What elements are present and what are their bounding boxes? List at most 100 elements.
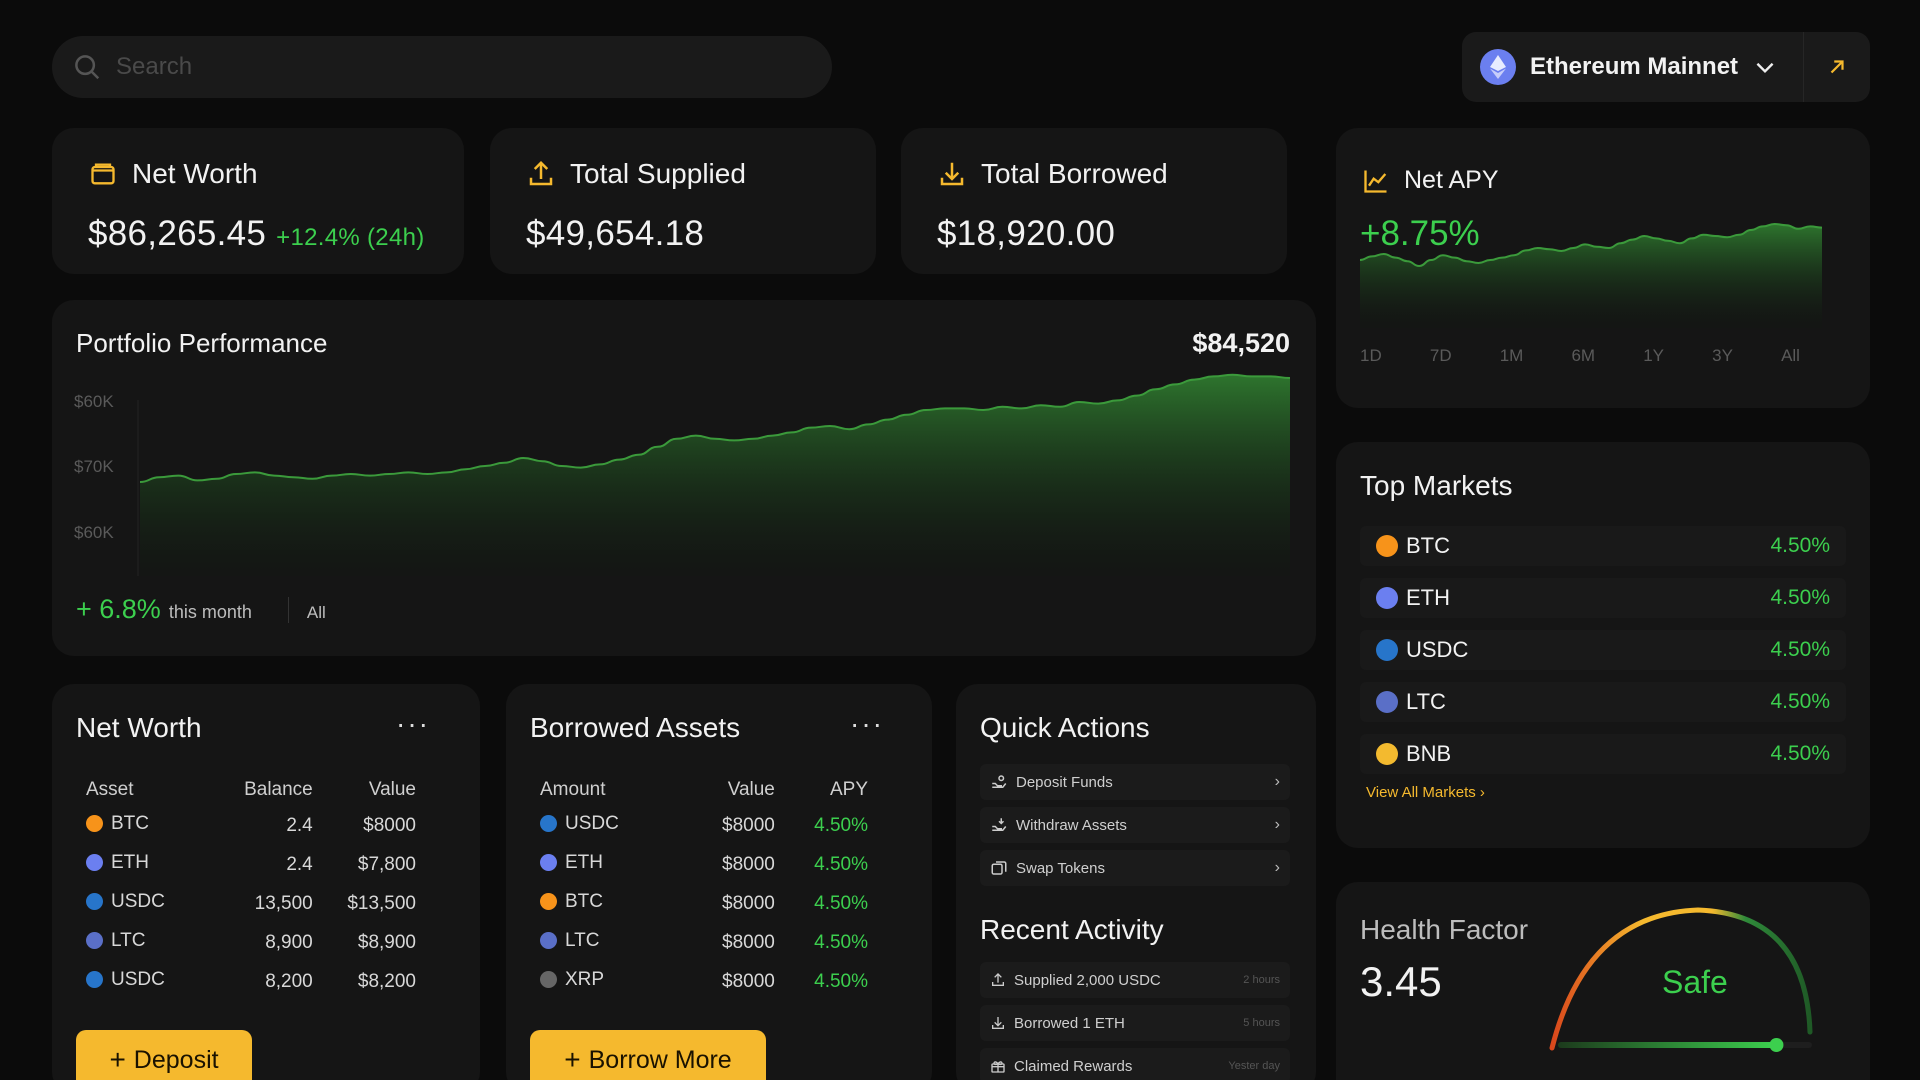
net-worth-title-row: Net Worth	[88, 158, 258, 190]
asset-coin: USDC	[540, 813, 619, 835]
apy-cell: 4.50%	[814, 853, 868, 875]
total-borrowed-card: Total Borrowed $18,920.00	[901, 128, 1287, 274]
net-apy-area	[1360, 224, 1822, 328]
value-cell: $8,900	[357, 931, 416, 953]
asset-coin: ETH	[540, 852, 603, 874]
more-options-button[interactable]: ···	[396, 710, 430, 738]
asset-coin: USDC	[86, 891, 165, 913]
market-asset: BTC	[1406, 533, 1450, 558]
value-cell: $8000	[722, 970, 775, 992]
borrow-more-button-label: Borrow More	[588, 1045, 732, 1074]
column-header: Value	[727, 779, 775, 800]
borrowed-assets-table: Amount Value APY USDC $8000 4.50% ETH $8000 4…	[530, 774, 868, 1001]
y-tick-label: $60K	[74, 523, 114, 542]
external-link-button[interactable]	[1804, 56, 1870, 78]
view-all-markets-link[interactable]: View All Markets ›	[1366, 784, 1485, 801]
network-dropdown[interactable]: Ethereum Mainnet	[1462, 32, 1804, 102]
wallet-icon	[91, 163, 115, 185]
y-tick-label: $60K	[74, 392, 114, 411]
eth-icon	[540, 854, 557, 872]
net-apy-chart	[1359, 222, 1823, 328]
value-cell: $8000	[722, 892, 775, 914]
plus-icon: +	[564, 1044, 581, 1075]
value-cell: $8000	[722, 853, 775, 875]
tab-1y[interactable]: 1Y	[1643, 346, 1664, 366]
market-row-btc[interactable]: BTC 4.50%	[1360, 526, 1846, 566]
ltc-icon	[86, 932, 103, 950]
search-input[interactable]	[116, 53, 756, 81]
borrowed-assets-title: Borrowed Assets	[530, 712, 741, 743]
asset-symbol: XRP	[565, 968, 605, 990]
market-asset: BNB	[1406, 741, 1452, 766]
search-bar[interactable]	[52, 36, 832, 98]
recent-activity-title: Recent Activity	[980, 914, 1164, 945]
table-header-row: Amount Value APY	[530, 774, 868, 806]
table-row: LTC $8000 4.50%	[530, 923, 868, 962]
deposit-funds-action[interactable]: Deposit Funds ›	[980, 764, 1290, 800]
tab-7d[interactable]: 7D	[1430, 346, 1452, 366]
asset-cell: BTC	[76, 806, 210, 845]
swap-tokens-action[interactable]: Swap Tokens ›	[980, 850, 1290, 886]
market-asset: USDC	[1406, 637, 1469, 662]
portfolio-footer: + 6.8% this month All	[76, 594, 326, 625]
usdc-icon	[1376, 639, 1398, 661]
search-icon	[75, 55, 100, 80]
quick-actions-title: Quick Actions	[980, 712, 1150, 743]
market-row-usdc[interactable]: USDC 4.50%	[1360, 630, 1846, 670]
timeframe-tabs: 1D 7D 1M 6M 1Y 3Y All	[1360, 346, 1800, 366]
asset-coin: LTC	[540, 930, 599, 952]
balance-cell: 8,900	[265, 931, 313, 953]
deposit-button[interactable]: + Deposit	[76, 1030, 252, 1080]
action-label: Deposit Funds	[1016, 773, 1113, 791]
portfolio-filter-all[interactable]: All	[307, 603, 326, 623]
withdraw-assets-action[interactable]: Withdraw Assets ›	[980, 807, 1290, 843]
asset-symbol: BTC	[111, 812, 149, 834]
divider	[287, 596, 289, 623]
borrow-more-button[interactable]: + Borrow More	[530, 1030, 766, 1080]
activity-item: Borrowed 1 ETH 5 hours	[980, 1005, 1290, 1041]
activity-label: Borrowed 1 ETH	[1014, 1014, 1125, 1032]
asset-coin: ETH	[86, 852, 149, 874]
asset-coin: LTC	[86, 930, 145, 952]
table-row: USDC $8000 4.50%	[530, 806, 868, 845]
table-row: USDC 8,200 $8,200	[76, 962, 416, 1001]
tab-1m[interactable]: 1M	[1500, 346, 1524, 366]
tab-1d[interactable]: 1D	[1360, 346, 1382, 366]
column-header: Balance	[244, 779, 313, 800]
market-rate: 4.50%	[1770, 586, 1830, 609]
market-asset: ETH	[1406, 585, 1450, 610]
asset-cell: LTC	[530, 923, 684, 962]
table-row: LTC 8,900 $8,900	[76, 923, 416, 962]
net-worth-value-row: $86,265.45 +12.4% (24h)	[88, 214, 425, 254]
market-row-eth[interactable]: ETH 4.50%	[1360, 578, 1846, 618]
btc-icon	[540, 893, 557, 911]
market-rate: 4.50%	[1770, 534, 1830, 557]
btc-icon	[1376, 535, 1398, 557]
market-rate: 4.50%	[1770, 638, 1830, 661]
tab-3y[interactable]: 3Y	[1712, 346, 1733, 366]
asset-symbol: ETH	[565, 851, 603, 873]
top-markets-title: Top Markets	[1360, 470, 1513, 501]
xrp-icon	[540, 971, 557, 989]
asset-symbol: USDC	[111, 890, 165, 912]
market-row-bnb[interactable]: BNB 4.50%	[1360, 734, 1846, 774]
balance-cell: 8,200	[265, 970, 313, 992]
tab-all[interactable]: All	[1781, 346, 1800, 366]
usdc-icon	[540, 815, 557, 833]
asset-cell: XRP	[530, 962, 684, 1001]
download-icon	[992, 1017, 1004, 1029]
more-options-button[interactable]: ···	[850, 710, 884, 738]
ltc-icon	[1376, 691, 1398, 713]
net-worth-title: Net Worth	[132, 158, 258, 189]
asset-cell: ETH	[530, 845, 684, 884]
total-borrowed-title-row: Total Borrowed	[937, 158, 1168, 190]
chevron-right-icon: ›	[1274, 773, 1280, 790]
portfolio-chart: $60K $70K $60K	[74, 373, 1291, 576]
total-borrowed-title: Total Borrowed	[981, 158, 1168, 189]
tab-6m[interactable]: 6M	[1571, 346, 1595, 366]
balance-cell: 2.4	[286, 814, 313, 836]
market-row-ltc[interactable]: LTC 4.50%	[1360, 682, 1846, 722]
table-row: ETH $8000 4.50%	[530, 845, 868, 884]
borrowed-assets-card: Borrowed Assets ··· Amount Value APY USD…	[506, 684, 932, 1080]
value-cell: $8000	[722, 931, 775, 953]
